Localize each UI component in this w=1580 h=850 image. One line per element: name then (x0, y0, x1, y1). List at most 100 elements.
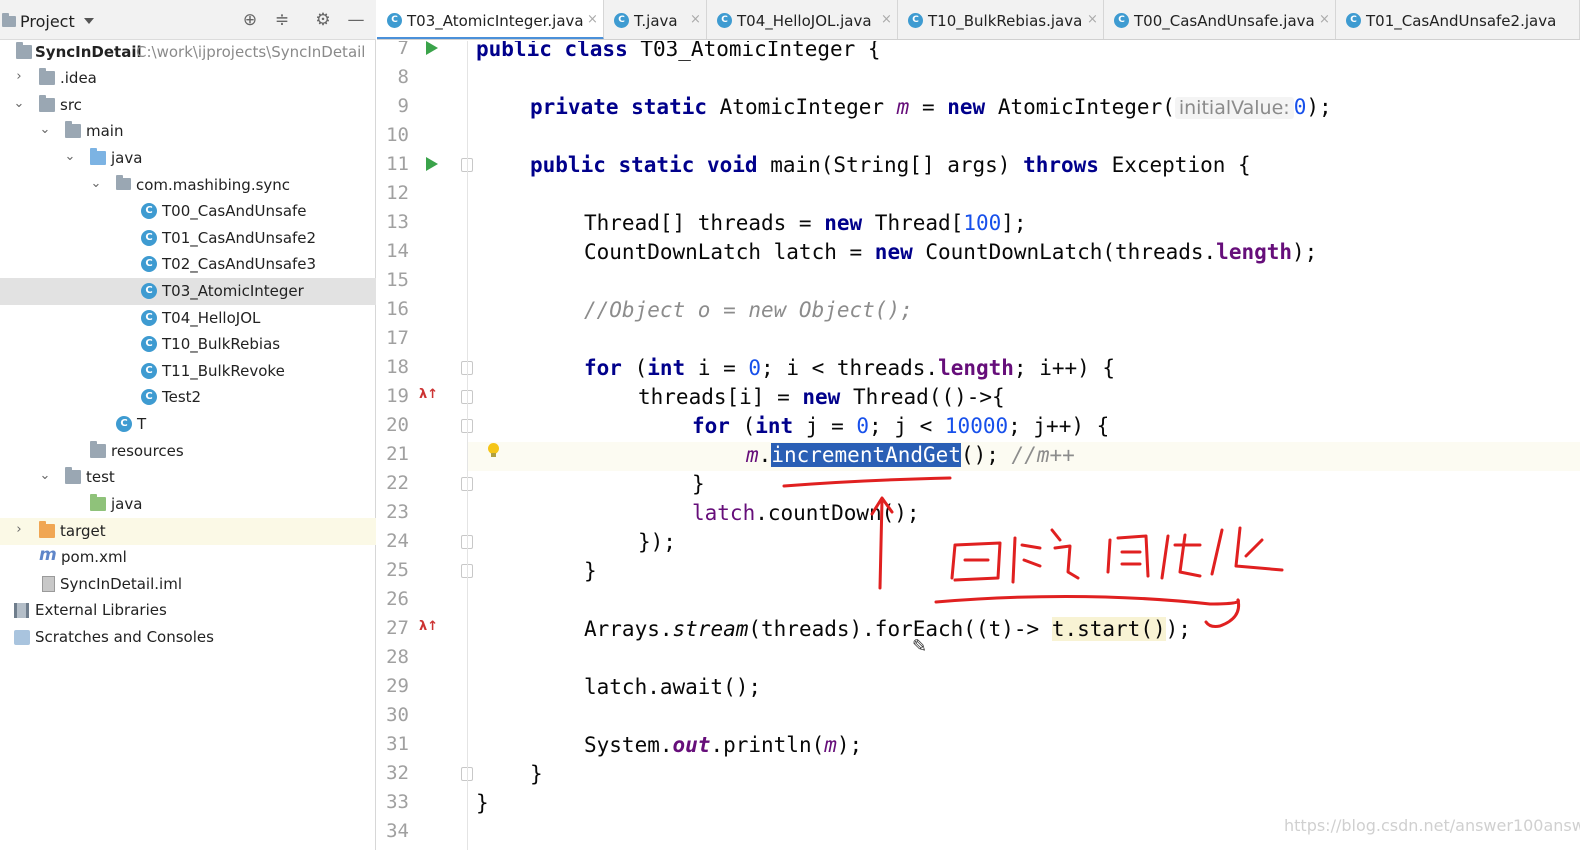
line-number: 8 (397, 66, 409, 88)
tab-t10-bulkrebias[interactable]: C T10_BulkRebias.java × (898, 0, 1104, 39)
code-line-11[interactable]: public static void main(String[] args) t… (530, 151, 1251, 180)
code-line-21[interactable]: m.incrementAndGet(); //m++ (746, 441, 1075, 470)
module-folder-icon (16, 42, 32, 59)
gutter-divider (467, 41, 468, 850)
code-line-20[interactable]: for (int j = 0; j < 10000; j++) { (692, 412, 1109, 441)
number-literal: 10000 (944, 414, 1009, 438)
tree-item-idea[interactable]: › .idea (0, 65, 376, 92)
tree-item-iml[interactable]: SyncInDetail.iml (0, 571, 376, 598)
code-line-32[interactable]: } (530, 760, 543, 789)
close-icon[interactable]: × (1319, 12, 1330, 27)
code-line-23[interactable]: latch.countDown(); (692, 499, 920, 528)
code-text: } (584, 559, 597, 583)
line-number: 28 (386, 646, 409, 668)
selected-method-name[interactable]: incrementAndGet (771, 443, 961, 467)
code-line-18[interactable]: for (int i = 0; i < threads.length; i++)… (584, 354, 1115, 383)
code-line-24[interactable]: }); (638, 528, 676, 557)
tree-item-package[interactable]: ⌄ com.mashibing.sync (0, 172, 376, 199)
implements-method-icon[interactable]: λ↑ (419, 619, 438, 634)
code-line-16[interactable]: //Object o = new Object(); (584, 296, 913, 325)
project-view-title[interactable]: Project (20, 12, 75, 31)
line-number: 21 (386, 443, 409, 465)
keyword: private static (530, 95, 708, 119)
lightbulb-icon[interactable] (488, 443, 499, 457)
tree-item-src[interactable]: ⌄ src (0, 92, 376, 119)
code-line-22[interactable]: } (692, 470, 705, 499)
tree-item-class[interactable]: C T11_BulkRevoke (0, 358, 376, 385)
code-line-27[interactable]: Arrays.stream(threads).forEach((t)-> t.s… (584, 615, 1191, 644)
tree-item-external-libraries[interactable]: External Libraries (0, 597, 376, 624)
tree-item-main[interactable]: ⌄ main (0, 118, 376, 145)
code-line-29[interactable]: latch.await(); (584, 673, 761, 702)
line-number: 14 (386, 240, 409, 262)
tree-item-label: T01_CasAndUnsafe2 (162, 229, 317, 247)
line-number: 15 (386, 269, 409, 291)
close-icon[interactable]: × (587, 12, 598, 27)
collapse-all-icon[interactable]: ≑ (272, 10, 292, 30)
close-icon[interactable]: × (690, 12, 701, 27)
editor-gutter[interactable]: 7 8 9 10 11 12 13 14 15 16 17 18 19 20 2… (377, 41, 499, 850)
watermark: https://blog.csdn.net/answer100answer (1284, 816, 1580, 835)
code-line-14[interactable]: CountDownLatch latch = new CountDownLatc… (584, 238, 1317, 267)
code-line-7[interactable]: public class T03_AtomicInteger { (476, 41, 881, 64)
tree-item-class[interactable]: C Test2 (0, 384, 376, 411)
tree-item-pom[interactable]: m pom.xml (0, 544, 376, 571)
tab-t[interactable]: C T.java × (604, 0, 707, 39)
tree-item-scratches[interactable]: Scratches and Consoles (0, 624, 376, 651)
tree-item-class[interactable]: C T10_BulkRebias (0, 331, 376, 358)
tree-item-java-tests[interactable]: java (0, 491, 376, 518)
tab-t03-atomicinteger[interactable]: C T03_AtomicInteger.java × (377, 0, 604, 39)
run-class-icon[interactable] (426, 41, 438, 55)
chevron-down-icon[interactable]: ⌄ (38, 123, 52, 137)
tab-t04-hellojol[interactable]: C T04_HelloJOL.java × (707, 0, 898, 39)
code-line-9[interactable]: private static AtomicInteger m = new Ato… (530, 93, 1332, 122)
editor-tab-bar: C T03_AtomicInteger.java × C T.java × C … (377, 0, 1580, 40)
chevron-down-icon[interactable]: ⌄ (12, 97, 26, 111)
tree-item-resources[interactable]: resources (0, 438, 376, 465)
tree-item-label: java (111, 149, 143, 167)
tree-item-class[interactable]: C T00_CasAndUnsafe (0, 198, 376, 225)
tree-item-class[interactable]: C T01_CasAndUnsafe2 (0, 225, 376, 252)
keyword: new (824, 211, 863, 235)
line-number: 29 (386, 675, 409, 697)
gear-icon[interactable]: ⚙ (313, 10, 333, 30)
tree-item-test[interactable]: ⌄ test (0, 464, 376, 491)
code-editor[interactable]: 7 8 9 10 11 12 13 14 15 16 17 18 19 20 2… (377, 41, 1580, 850)
code-line-31[interactable]: System.out.println(m); (584, 731, 862, 760)
code-line-25[interactable]: } (584, 557, 597, 586)
chevron-right-icon[interactable]: › (12, 70, 26, 84)
code-line-33[interactable]: } (476, 789, 489, 818)
tree-item-class-selected[interactable]: C T03_AtomicInteger (0, 278, 376, 305)
source-folder-icon (90, 148, 106, 165)
close-icon[interactable]: × (881, 12, 892, 27)
tree-item-target[interactable]: › target (0, 518, 376, 545)
tree-item-class[interactable]: C T (0, 411, 376, 438)
tree-item-class[interactable]: C T04_HelloJOL (0, 305, 376, 332)
keyword: throws (1023, 153, 1099, 177)
run-main-icon[interactable] (426, 157, 438, 171)
scratches-icon (14, 630, 30, 645)
tree-item-class[interactable]: C T02_CasAndUnsafe3 (0, 251, 376, 278)
line-number: 23 (386, 501, 409, 523)
libraries-icon (14, 603, 29, 618)
hide-icon[interactable]: — (346, 10, 366, 30)
code-text: latch.await(); (584, 675, 762, 699)
implements-method-icon[interactable]: λ↑ (419, 387, 438, 402)
tree-item-project-root[interactable]: SyncInDetail C:\work\ijprojects\SyncInDe… (0, 39, 376, 66)
code-text: T03_AtomicInteger { (627, 41, 881, 61)
close-icon[interactable]: × (1087, 12, 1098, 27)
tab-t00-casandunsafe[interactable]: C T00_CasAndUnsafe.java × (1104, 0, 1336, 39)
chevron-down-icon[interactable] (84, 18, 94, 24)
code-line-13[interactable]: Thread[] threads = new Thread[100]; (584, 209, 1027, 238)
code-line-19[interactable]: threads[i] = new Thread(()->{ (638, 383, 1005, 412)
chevron-right-icon[interactable]: › (12, 523, 26, 537)
locate-icon[interactable]: ⊕ (240, 10, 260, 30)
tree-item-java-sources[interactable]: ⌄ java (0, 145, 376, 172)
chevron-down-icon[interactable]: ⌄ (89, 177, 103, 191)
chevron-down-icon[interactable]: ⌄ (38, 469, 52, 483)
tab-t01-casandunsafe2[interactable]: C T01_CasAndUnsafe2.java (1336, 0, 1580, 39)
chevron-down-icon[interactable]: ⌄ (63, 150, 77, 164)
java-class-icon: C (717, 13, 732, 28)
java-class-icon: C (141, 256, 157, 272)
code-text: CountDownLatch latch = (584, 240, 875, 264)
